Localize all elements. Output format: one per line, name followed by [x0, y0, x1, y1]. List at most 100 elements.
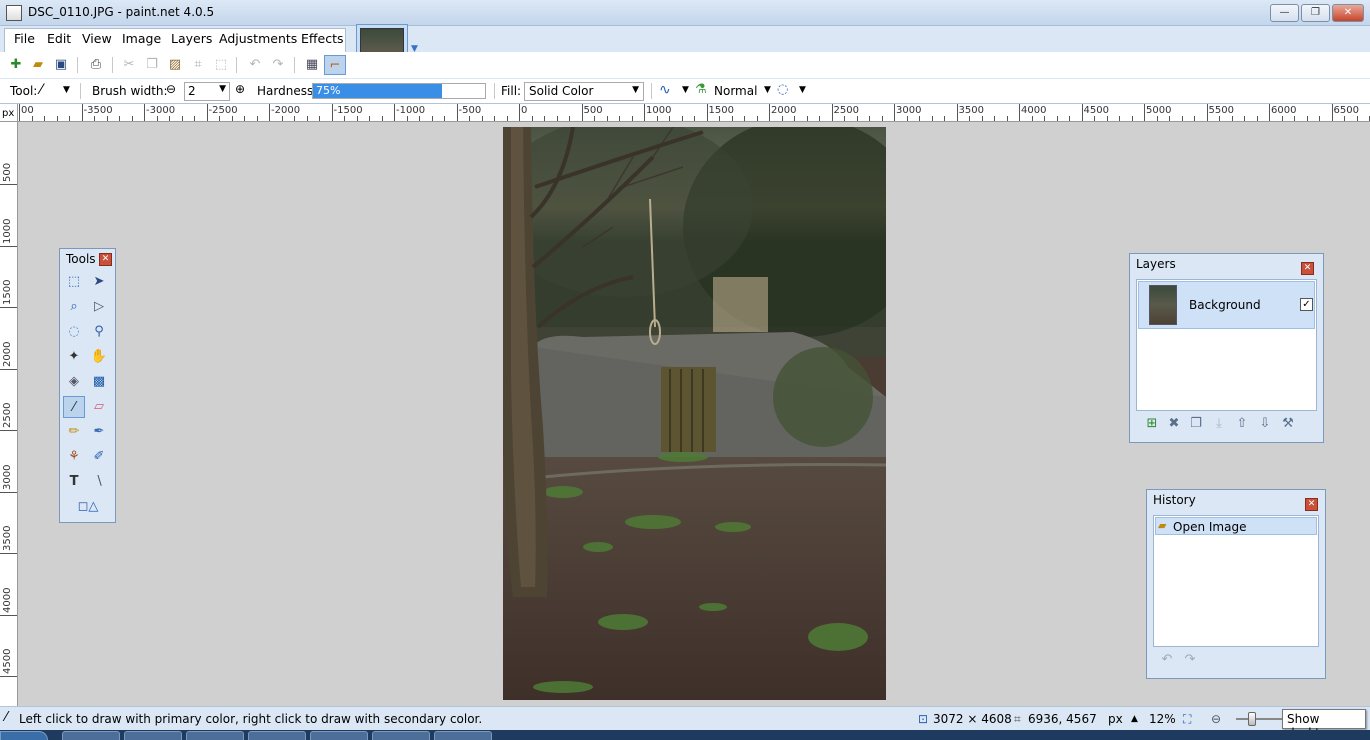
menu-image[interactable]: Image [122, 31, 161, 46]
recolor-tool-icon[interactable]: ✐ [88, 446, 110, 468]
history-redo-icon[interactable]: ↷ [1180, 652, 1200, 670]
fill-mode-select[interactable]: Solid Color ▼ [524, 82, 644, 101]
brush-width-decrease-icon[interactable]: ⊖ [166, 82, 176, 96]
taskbar-item[interactable] [248, 731, 306, 740]
deselect-icon[interactable]: ⬚ [210, 55, 232, 75]
layers-window-close-icon[interactable]: ✕ [1301, 262, 1314, 275]
open-file-icon[interactable]: ▰ [27, 55, 49, 75]
maximize-button[interactable]: ❐ [1301, 4, 1330, 22]
taskbar-item[interactable] [62, 731, 120, 740]
rulers-toggle-icon[interactable]: ⌐ [324, 55, 346, 75]
undo-icon[interactable]: ↶ [244, 55, 266, 75]
taskbar-item[interactable] [434, 731, 492, 740]
image-canvas[interactable] [503, 127, 886, 700]
history-window-close-icon[interactable]: ✕ [1305, 498, 1318, 511]
menu-adjustments[interactable]: Adjustments [219, 31, 297, 46]
ellipse-select-tool-icon[interactable]: ◌ [63, 321, 85, 343]
layer-properties-icon[interactable]: ⚒ [1278, 416, 1298, 434]
magic-wand-tool-icon[interactable]: ✦ [63, 346, 85, 368]
lasso-select-tool-icon[interactable]: ⌕ [63, 296, 85, 318]
move-layer-up-icon[interactable]: ⇧ [1232, 416, 1252, 434]
layer-row[interactable]: Background ✓ [1138, 281, 1315, 329]
tool-dropdown-icon[interactable]: ▼ [63, 85, 70, 95]
add-new-layer-icon[interactable]: ⊞ [1142, 416, 1162, 434]
hardness-slider[interactable]: 75% [312, 83, 486, 99]
start-button[interactable] [0, 731, 48, 740]
taskbar-item[interactable] [186, 731, 244, 740]
minimize-button[interactable]: — [1270, 4, 1299, 22]
paintbrush-tool-icon[interactable]: ⁄ [40, 82, 42, 98]
antialiasing-icon[interactable]: ∿ [659, 82, 671, 98]
zoom-slider-thumb[interactable] [1248, 712, 1256, 726]
paintbrush-tool-icon[interactable]: ⁄ [63, 396, 85, 418]
crop-to-selection-icon[interactable]: ⌗ [187, 55, 209, 75]
layer-visibility-checkbox[interactable]: ✓ [1300, 298, 1313, 311]
layers-list[interactable]: Background ✓ [1136, 279, 1317, 411]
paint-bucket-tool-icon[interactable]: ◈ [63, 371, 85, 393]
status-bar: ⁄ Left click to draw with primary color,… [0, 706, 1370, 730]
close-button[interactable]: ✕ [1332, 4, 1364, 22]
taskbar-item[interactable] [372, 731, 430, 740]
menu-view[interactable]: View [82, 31, 112, 46]
fill-dropdown-icon[interactable]: ▼ [632, 85, 639, 95]
redo-icon[interactable]: ↷ [267, 55, 289, 75]
copy-icon[interactable]: ❐ [141, 55, 163, 75]
units-dropdown-icon[interactable]: ▲ [1131, 714, 1138, 724]
tools-window-close-icon[interactable]: ✕ [99, 253, 112, 266]
line-curve-tool-icon[interactable]: ∖ [88, 471, 110, 493]
pixel-grid-icon[interactable]: ▦ [301, 55, 323, 75]
menu-layers[interactable]: Layers [171, 31, 212, 46]
zoom-slider-track[interactable] [1236, 718, 1282, 720]
merge-layer-down-icon[interactable]: ⤓ [1209, 416, 1229, 434]
tools-window[interactable]: Tools ✕ ⬚ ➤ ⌕ ▷ ◌ ⚲ ✦ ✋ ◈ ▩ ⁄ ▱ ✏ ✒ ⚘ ✐ … [59, 248, 116, 523]
ruler-minor-tick [1056, 116, 1058, 121]
move-selection-tool-icon[interactable]: ▷ [88, 296, 110, 318]
menu-effects[interactable]: Effects [301, 31, 344, 46]
new-image-icon[interactable]: ✚ [5, 55, 27, 75]
rectangle-select-tool-icon[interactable]: ⬚ [63, 271, 85, 293]
move-layer-down-icon[interactable]: ⇩ [1255, 416, 1275, 434]
text-tool-icon[interactable]: T [63, 471, 85, 493]
cut-icon[interactable]: ✂ [118, 55, 140, 75]
paste-icon[interactable]: ▨ [164, 55, 186, 75]
print-icon[interactable]: ⎙ [85, 55, 107, 75]
history-window[interactable]: History ✕ ▰ Open Image ↶ ↷ [1146, 489, 1326, 679]
history-undo-icon[interactable]: ↶ [1157, 652, 1177, 670]
pencil-tool-icon[interactable]: ✏ [63, 421, 85, 443]
move-selected-pixels-tool-icon[interactable]: ➤ [88, 271, 110, 293]
color-picker-tool-icon[interactable]: ✒ [88, 421, 110, 443]
layers-window[interactable]: Layers ✕ Background ✓ ⊞ ✖ ❐ ⤓ ⇧ ⇩ ⚒ [1129, 253, 1324, 443]
blend-mode-dropdown-icon[interactable]: ▼ [764, 85, 771, 95]
gradient-tool-icon[interactable]: ▩ [88, 371, 110, 393]
duplicate-layer-icon[interactable]: ❐ [1186, 416, 1206, 434]
antialiasing-dropdown-icon[interactable]: ▼ [682, 85, 689, 95]
layer-thumbnail [1149, 285, 1177, 325]
delete-layer-icon[interactable]: ✖ [1164, 416, 1184, 434]
zoom-level[interactable]: 12% [1149, 712, 1176, 726]
ruler-label: 1000 [2, 218, 13, 244]
menu-file[interactable]: File [14, 31, 35, 46]
taskbar-item[interactable] [124, 731, 182, 740]
eraser-tool-icon[interactable]: ▱ [88, 396, 110, 418]
taskbar-item[interactable] [310, 731, 368, 740]
zoom-tool-icon[interactable]: ⚲ [88, 321, 110, 343]
zoom-out-icon[interactable]: ⊖ [1211, 712, 1221, 726]
pan-tool-icon[interactable]: ✋ [88, 346, 110, 368]
save-icon[interactable]: ▣ [50, 55, 72, 75]
selection-clipping-dropdown-icon[interactable]: ▼ [799, 85, 806, 95]
paintnet-app-icon[interactable] [6, 5, 22, 21]
history-item[interactable]: ▰ Open Image [1155, 517, 1317, 535]
brush-width-dropdown-icon[interactable]: ▼ [219, 84, 226, 94]
blend-mode-flask-icon[interactable]: ⚗ [695, 82, 707, 97]
blend-mode-value[interactable]: Normal [714, 84, 757, 98]
clone-stamp-tool-icon[interactable]: ⚘ [63, 446, 85, 468]
selection-clipping-icon[interactable]: ◌ [777, 82, 788, 97]
units-select[interactable]: px [1108, 712, 1123, 726]
menu-edit[interactable]: Edit [47, 31, 71, 46]
brush-width-increase-icon[interactable]: ⊕ [235, 82, 245, 96]
ruler-minor-tick [469, 116, 470, 121]
brush-width-input[interactable]: 2 ▼ [184, 82, 230, 101]
shapes-tool-icon[interactable]: ◻△ [70, 496, 106, 518]
history-list[interactable]: ▰ Open Image [1153, 515, 1319, 647]
zoom-to-window-icon[interactable]: ⛶ [1183, 712, 1191, 727]
